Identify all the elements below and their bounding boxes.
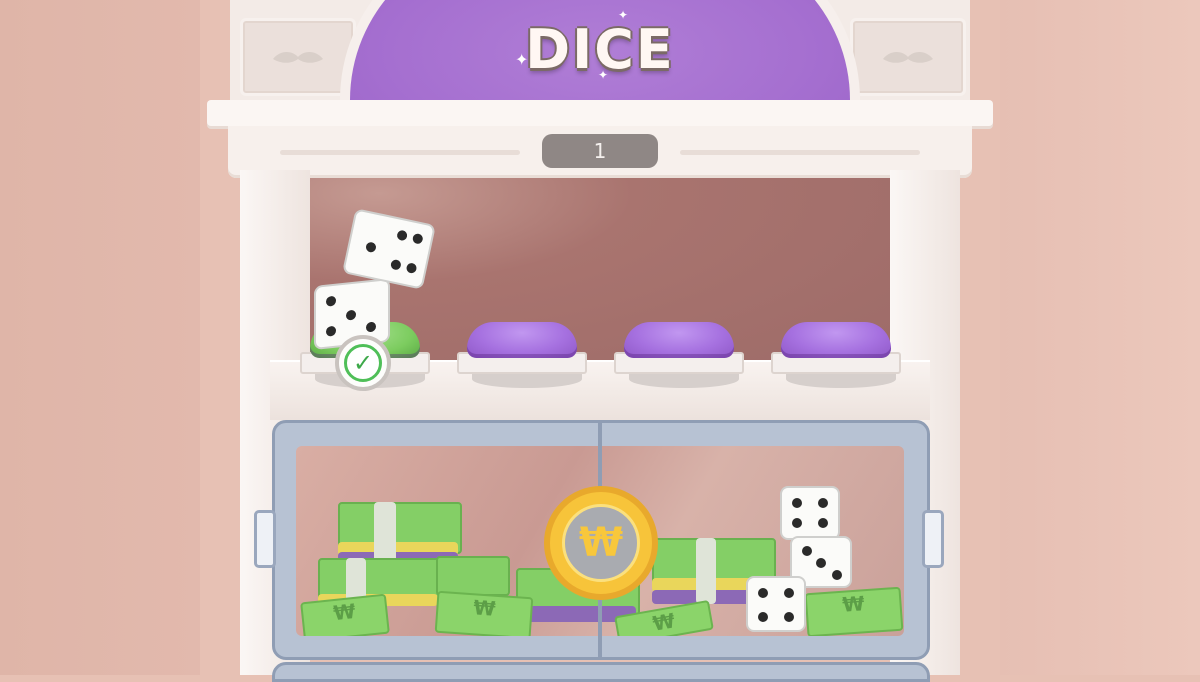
- top-ledge: [207, 100, 993, 126]
- prize-button-4[interactable]: [781, 322, 891, 358]
- prize-button-2[interactable]: [467, 322, 577, 358]
- mustache-panel-left: [240, 18, 356, 96]
- won-icon: ₩: [472, 595, 497, 621]
- background-right: [1000, 0, 1200, 675]
- mustache-panel-right: [850, 18, 966, 96]
- die-icon: [780, 486, 840, 540]
- case-hinge-right: [922, 510, 944, 568]
- money-band: [374, 502, 396, 566]
- counter-line-right: [680, 150, 920, 155]
- money-band: [696, 538, 716, 604]
- sparkle-icon: ✦: [618, 8, 629, 22]
- mustache-icon: [883, 52, 933, 63]
- case-hinge-left: [254, 510, 276, 568]
- won-icon: ₩: [841, 591, 866, 617]
- level-counter: 1: [542, 134, 658, 168]
- check-icon: ✓: [344, 344, 382, 382]
- die-icon: [746, 576, 806, 632]
- mustache-icon: [273, 52, 323, 63]
- next-case-top: [272, 662, 930, 682]
- bill: ₩: [804, 586, 904, 636]
- won-icon: ₩: [332, 598, 357, 626]
- claimed-badge: ✓: [335, 335, 391, 391]
- sparkle-icon: ✦: [598, 68, 609, 82]
- money-stack: [436, 556, 510, 596]
- background-left: [0, 0, 200, 675]
- counter-line-left: [280, 150, 520, 155]
- coin: ₩: [544, 486, 658, 600]
- bill: ₩: [300, 593, 390, 636]
- prize-button-3[interactable]: [624, 322, 734, 358]
- bill: ₩: [434, 590, 534, 636]
- won-icon: ₩: [562, 504, 640, 582]
- sparkle-icon: ✦: [515, 50, 529, 69]
